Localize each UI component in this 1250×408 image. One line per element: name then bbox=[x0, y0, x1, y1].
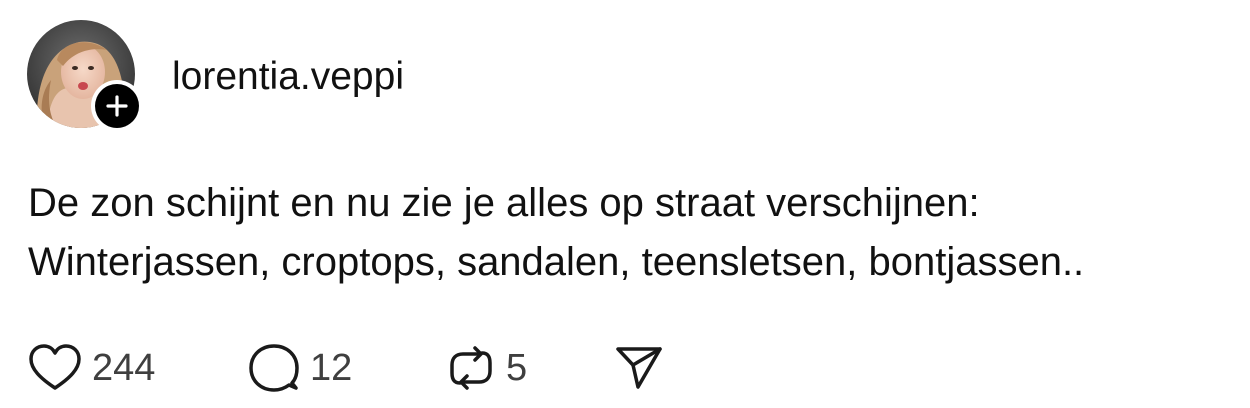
author-username[interactable]: lorentia.veppi bbox=[172, 54, 404, 100]
reply-count: 12 bbox=[310, 347, 353, 389]
heart-icon bbox=[29, 344, 81, 390]
repost-count: 5 bbox=[506, 347, 528, 389]
follow-badge-circle bbox=[95, 84, 139, 128]
like-button[interactable]: 244 bbox=[28, 343, 248, 393]
repost-icon bbox=[450, 346, 492, 390]
plus-icon bbox=[106, 95, 128, 117]
repost-button[interactable]: 5 bbox=[446, 343, 614, 393]
post-actions: 244 12 5 bbox=[28, 340, 664, 396]
paper-plane-icon bbox=[616, 347, 662, 389]
share-button[interactable] bbox=[614, 345, 664, 391]
post-text-line: De zon schijnt en nu zie je alles op str… bbox=[28, 181, 980, 225]
like-count: 244 bbox=[92, 347, 156, 389]
post-text: De zon schijnt en nu zie je alles op str… bbox=[28, 174, 1243, 292]
speech-bubble-icon bbox=[249, 344, 299, 392]
thread-post: lorentia.veppi De zon schijnt en nu zie … bbox=[0, 0, 1250, 408]
post-text-line: Winterjassen, croptops, sandalen, teensl… bbox=[28, 240, 1085, 284]
author-avatar[interactable] bbox=[27, 20, 143, 132]
follow-button[interactable] bbox=[91, 80, 143, 132]
reply-button[interactable]: 12 bbox=[248, 342, 446, 394]
